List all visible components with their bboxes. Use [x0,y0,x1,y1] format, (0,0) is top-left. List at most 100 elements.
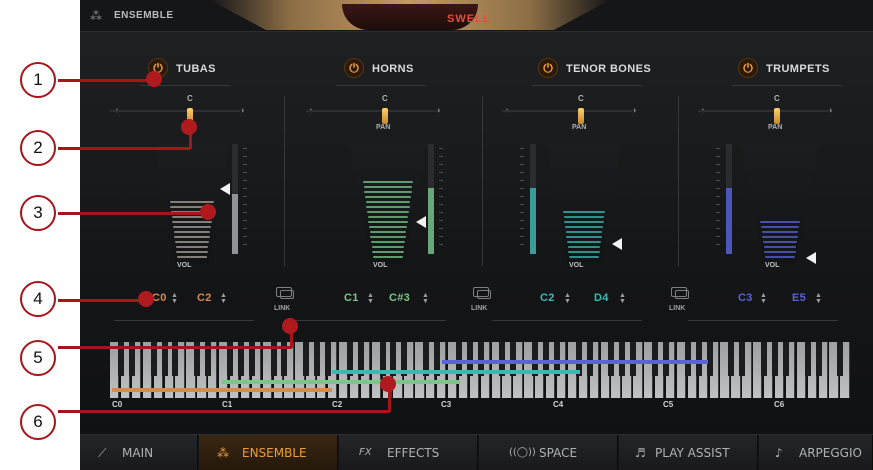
black-key[interactable] [706,342,713,376]
pan-slider[interactable]: ◖ ◗ [100,105,250,117]
link-toggle[interactable]: LINK [268,287,300,317]
volume-bar [762,236,798,238]
black-key[interactable] [695,342,702,376]
volume-bar [371,246,405,248]
pan-slider[interactable]: ◖ ◗ [296,105,446,117]
black-key[interactable] [314,342,321,376]
power-icon[interactable]: ⏻ [344,58,364,78]
volume-level-bars [546,144,622,264]
volume-handle[interactable] [220,183,230,195]
panel-header: ⏻ HORNS [276,58,466,86]
annotation-marker-3: 3 [20,195,56,231]
black-key[interactable] [619,342,626,376]
octave-label: C1 [222,400,233,409]
link-toggle[interactable]: LINK [465,287,497,317]
panel-header: ⏻ TRUMPETS [668,58,858,86]
volume-handle[interactable] [806,252,816,264]
tab-space[interactable]: ((◯)) SPACE [479,435,618,470]
volume-bar [372,251,404,253]
range-high-tenor-bones[interactable]: D4 [594,292,609,304]
octave-label: C6 [774,400,785,409]
black-key[interactable] [586,342,593,376]
header-underline [532,85,642,86]
black-key[interactable] [761,342,767,376]
black-key[interactable] [804,342,811,376]
range-high-trumpets[interactable]: E5 [792,292,806,304]
pan-right-icon: ◗ [828,105,834,115]
annotation-marker-6: 6 [20,404,56,440]
pan-knob[interactable] [774,108,780,124]
black-key[interactable] [739,342,746,376]
volume-label: VOL [569,262,584,269]
volume-bar [173,231,211,233]
pan-rail [502,110,632,112]
range-bar-tenor-bones [332,370,580,374]
range-low-tubas[interactable]: C0 [152,292,167,304]
pan-center-label: C [187,94,193,103]
black-key[interactable] [652,342,658,376]
panel-baseline [492,320,642,321]
pan-slider[interactable]: ◖ ◗ [492,105,642,117]
tab-main[interactable]: ⟋ MAIN [80,435,198,470]
power-icon[interactable]: ⏻ [538,58,558,78]
volume-handle[interactable] [612,238,622,250]
meter-ticks [716,148,720,248]
black-key[interactable] [837,342,844,376]
volume-bar [362,181,414,183]
black-key[interactable] [608,342,615,376]
black-key[interactable] [630,342,637,376]
pan-center-label: C [774,94,780,103]
pan-knob[interactable] [578,108,584,124]
volume-bar [764,256,796,258]
range-stepper-icon[interactable]: ▲ ▼ [220,292,227,305]
black-key[interactable] [325,342,331,376]
range-stepper-icon[interactable]: ▲ ▼ [422,292,429,305]
level-meter [530,144,536,254]
volume-label: VOL [765,262,780,269]
range-stepper-icon[interactable]: ▲ ▼ [367,292,374,305]
annotation-dot-4 [138,291,154,307]
link-label: LINK [274,305,291,312]
tab-ensemble[interactable]: ⁂ ENSEMBLE [199,435,338,470]
range-low-tenor-bones[interactable]: C2 [540,292,555,304]
volume-bar [366,211,410,213]
black-key[interactable] [662,342,669,376]
range-stepper-icon[interactable]: ▲ ▼ [171,292,178,305]
tab-play-assist[interactable]: ♬ PLAY ASSIST [619,435,758,470]
volume-handle[interactable] [416,216,426,228]
black-key[interactable] [728,342,735,376]
range-low-horns[interactable]: C1 [344,292,359,304]
range-high-horns[interactable]: C#3 [389,292,410,304]
instrument-panel-horns: ⏻ HORNS C ◖ ◗ PAN VOL [276,44,466,321]
volume-bar [369,231,407,233]
range-bar-trumpets [442,360,708,364]
range-stepper-icon[interactable]: ▲ ▼ [564,292,571,305]
pan-knob[interactable] [382,108,388,124]
volume-bar [368,226,408,228]
range-high-tubas[interactable]: C2 [197,292,212,304]
tab-arpeggio[interactable]: ♪ ARPEGGIO [759,435,873,470]
link-icon-back [675,290,689,299]
top-bar: ⁂ ENSEMBLE SWELL [80,0,873,32]
fx-icon: FX [359,447,372,458]
power-icon[interactable]: ⏻ [738,58,758,78]
pan-right-icon: ◗ [632,105,638,115]
pan-label: PAN [768,124,783,131]
black-key[interactable] [303,342,310,376]
volume-level-bars [350,144,426,264]
volume-bar [567,246,601,248]
range-stepper-icon[interactable]: ▲ ▼ [619,292,626,305]
pan-slider[interactable]: ◖ ◗ [688,105,838,117]
black-key[interactable] [782,342,789,376]
range-stepper-icon[interactable]: ▲ ▼ [760,292,767,305]
annotation-leader-4 [58,299,148,302]
tab-effects[interactable]: FX EFFECTS [339,435,478,470]
range-stepper-icon[interactable]: ▲ ▼ [815,292,822,305]
black-key[interactable] [815,342,822,376]
link-toggle[interactable]: LINK [663,287,695,317]
tab-label: EFFECTS [387,446,440,460]
volume-bar [565,231,603,233]
range-low-trumpets[interactable]: C3 [738,292,753,304]
black-key[interactable] [684,342,691,376]
black-key[interactable] [771,342,778,376]
